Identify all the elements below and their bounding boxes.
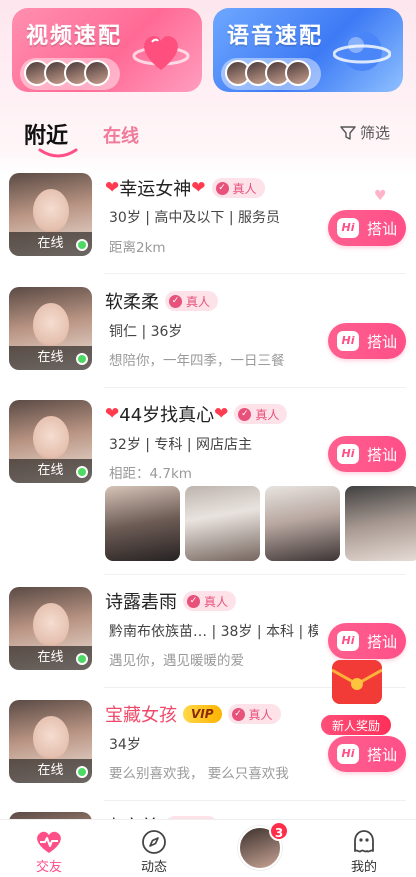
check-icon: ✓ bbox=[187, 594, 200, 608]
gallery-photo[interactable] bbox=[105, 486, 180, 561]
filter-label: 筛选 bbox=[359, 124, 390, 142]
chat-button[interactable]: Hi 搭讪 bbox=[328, 210, 406, 246]
red-envelope-icon bbox=[332, 660, 382, 704]
user-info: 30岁 | 高中及以下 | 服务员 bbox=[109, 210, 281, 226]
hi-icon: Hi bbox=[336, 218, 359, 238]
gallery-photo[interactable] bbox=[345, 486, 416, 561]
avatar[interactable]: 在线 bbox=[9, 587, 92, 670]
unread-badge: 3 bbox=[269, 821, 289, 841]
user-name: 软柔柔 bbox=[105, 292, 159, 313]
nav-moments-label: 动态 bbox=[140, 860, 167, 875]
gallery-photo[interactable] bbox=[265, 486, 340, 561]
chat-button[interactable]: Hi 搭讪 bbox=[328, 436, 406, 472]
hi-icon: Hi bbox=[336, 331, 359, 351]
chat-button[interactable]: Hi 搭讪 bbox=[328, 323, 406, 359]
voice-avatars bbox=[225, 60, 311, 88]
user-info: 34岁 bbox=[109, 737, 141, 753]
filter-icon bbox=[340, 125, 356, 140]
nav-moments[interactable]: 动态 bbox=[119, 828, 189, 875]
online-dot bbox=[76, 239, 88, 251]
heart-pulse-icon bbox=[37, 831, 61, 853]
voice-match-title: 语音速配 bbox=[227, 24, 324, 49]
divider bbox=[104, 273, 406, 274]
user-info: 黔南布依族苗… | 38岁 | 本科 | 模特 bbox=[109, 624, 318, 640]
compass-icon bbox=[142, 830, 166, 854]
hi-icon: Hi bbox=[336, 744, 359, 764]
avatar bbox=[285, 60, 311, 86]
verified-badge: ✓ 真人 bbox=[211, 178, 265, 198]
filter-button[interactable]: 筛选 bbox=[340, 122, 390, 143]
new-user-reward[interactable]: 新人奖励 bbox=[318, 656, 394, 742]
user-name: 诗露砉雨 bbox=[105, 592, 177, 613]
name-row: 宝藏女孩 VIP ✓ 真人 bbox=[105, 701, 281, 727]
user-bio: 遇见你，遇见暖暖的爱 bbox=[109, 653, 244, 669]
divider bbox=[104, 574, 406, 575]
video-avatars bbox=[24, 60, 110, 88]
divider bbox=[104, 800, 406, 801]
user-info: 32岁 | 专科 | 网店店主 bbox=[109, 437, 253, 453]
verified-badge: ✓ 真人 bbox=[227, 704, 281, 724]
gallery-photo[interactable] bbox=[185, 486, 260, 561]
online-dot bbox=[76, 653, 88, 665]
user-distance: 相距：4.7km bbox=[109, 466, 192, 482]
hi-icon: Hi bbox=[336, 631, 359, 651]
user-bio: 要么别喜欢我， 要么只喜欢我 bbox=[109, 766, 289, 782]
name-row: 软柔柔 ✓ 真人 bbox=[105, 288, 219, 314]
reward-label: 新人奖励 bbox=[320, 714, 392, 736]
nav-mine-label: 我的 bbox=[350, 860, 377, 875]
heart-icon: ❤ bbox=[105, 404, 120, 424]
heart-icon: ❤ bbox=[191, 178, 206, 198]
heart-icon: ❤ bbox=[214, 404, 229, 424]
divider bbox=[104, 387, 406, 388]
tab-online[interactable]: 在线 bbox=[103, 122, 139, 148]
floating-heart-icon: ♥ bbox=[374, 188, 387, 204]
vip-badge: VIP bbox=[183, 705, 222, 723]
nav-dating[interactable]: 交友 bbox=[14, 828, 84, 875]
heart-planet-icon bbox=[132, 35, 190, 70]
name-row: ❤ 44岁找真心 ❤ ✓ 真人 bbox=[105, 401, 288, 427]
name-row: ❤ 幸运女神 ❤ ✓ 真人 bbox=[105, 175, 265, 201]
photo-gallery bbox=[105, 486, 416, 561]
avatar[interactable]: 在线 bbox=[9, 400, 92, 483]
check-icon: ✓ bbox=[238, 407, 252, 421]
avatar[interactable]: 在线 bbox=[9, 287, 92, 370]
heart-icon: ❤ bbox=[105, 178, 120, 198]
online-dot bbox=[76, 353, 88, 365]
check-icon: ✓ bbox=[169, 294, 182, 308]
avatar[interactable]: 在线 bbox=[9, 173, 92, 256]
profile-face-icon bbox=[354, 830, 374, 853]
user-bio: 想陪你，一年四季，一日三餐 bbox=[109, 353, 285, 369]
verified-badge: ✓ 真人 bbox=[165, 291, 219, 311]
avatar[interactable]: 在线 bbox=[9, 700, 92, 783]
video-match-title: 视频速配 bbox=[26, 24, 123, 49]
voice-match-banner[interactable]: 语音速配 bbox=[213, 8, 403, 92]
user-name: 44岁找真心 bbox=[119, 405, 215, 426]
user-name: 宝藏女孩 bbox=[105, 705, 177, 726]
verified-badge: ✓ 真人 bbox=[234, 404, 288, 424]
list-tabs: 附近 在线 筛选 bbox=[0, 112, 416, 162]
tab-nearby[interactable]: 附近 bbox=[24, 118, 68, 150]
online-dot bbox=[76, 466, 88, 478]
user-name: 幸运女神 bbox=[119, 179, 192, 200]
user-info: 铜仁 | 36岁 bbox=[109, 324, 183, 340]
chat-button[interactable]: Hi 搭讪 bbox=[328, 623, 406, 659]
nav-dating-label: 交友 bbox=[35, 860, 62, 875]
check-icon: ✓ bbox=[231, 707, 245, 721]
video-match-banner[interactable]: 视频速配 bbox=[12, 8, 202, 92]
check-icon: ✓ bbox=[215, 181, 229, 195]
bottom-nav: 交友 动态 3 我的 bbox=[0, 819, 416, 877]
verified-badge: ✓ 真人 bbox=[183, 591, 237, 611]
nav-mine[interactable]: 我的 bbox=[329, 828, 399, 875]
avatar bbox=[84, 60, 110, 86]
planet-icon bbox=[333, 31, 391, 71]
hi-icon: Hi bbox=[336, 444, 359, 464]
user-distance: 距离2km bbox=[109, 240, 166, 256]
online-dot bbox=[76, 766, 88, 778]
tab-active-indicator bbox=[38, 148, 78, 158]
name-row: 诗露砉雨 ✓ 真人 bbox=[105, 588, 237, 614]
